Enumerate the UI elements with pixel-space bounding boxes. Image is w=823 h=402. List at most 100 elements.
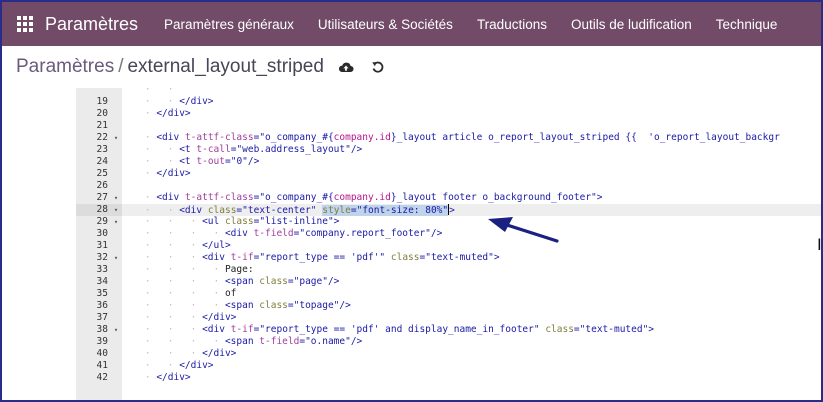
code-line[interactable]: 40 · · · </div> — [76, 348, 821, 360]
code-token: company.id — [333, 192, 391, 203]
fold-toggle-icon[interactable]: ▾ — [112, 132, 120, 144]
code-text: · · </div> — [122, 360, 214, 372]
code-token: ' — [179, 88, 414, 95]
line-number: 26 — [96, 180, 108, 191]
code-line[interactable]: 23 · · <t t-call="web.address_layout"/> — [76, 144, 821, 156]
code-text: · </div> — [122, 108, 191, 120]
menu-gamification-tools[interactable]: Outils de ludification — [559, 17, 704, 32]
code-token: "o_company_#{ — [259, 132, 334, 143]
app-name[interactable]: Paramètres — [45, 14, 138, 35]
code-line[interactable]: 31 · · · </ul> — [76, 240, 821, 252]
code-token: t-field — [253, 228, 294, 239]
code-text: · · · · Page: — [122, 264, 254, 276]
code-token: class — [545, 324, 574, 335]
code-token: <span — [224, 336, 260, 347]
line-number: 25 — [96, 168, 108, 179]
code-token: "web.address_layout" — [236, 144, 351, 155]
breadcrumb-separator: / — [118, 56, 124, 77]
menu-general-settings[interactable]: Paramètres généraux — [152, 17, 306, 32]
line-number: 31 — [96, 240, 108, 251]
code-token: "font-size: 80%" — [356, 205, 449, 216]
indent-guides: · · · · — [122, 288, 225, 299]
menu-users-companies[interactable]: Utilisateurs & Sociétés — [306, 17, 465, 32]
code-line[interactable]: 34 · · · · <span class="page"/> — [76, 276, 821, 288]
code-text: · · · · <span class="topage"/> — [122, 300, 351, 312]
code-token: /> — [350, 336, 363, 347]
apps-grid-icon[interactable] — [14, 13, 36, 35]
code-line[interactable]: 35 · · · · of — [76, 288, 821, 300]
code-token: "report_type == 'pdf'" — [259, 252, 386, 263]
code-token: "text-muted" — [425, 252, 494, 263]
code-token: <ul — [202, 216, 225, 227]
line-number: 24 — [96, 156, 108, 167]
indent-guides: · · · · — [122, 276, 225, 287]
cloud-upload-icon[interactable] — [336, 57, 356, 77]
code-line[interactable]: 42 · </div> — [76, 372, 821, 384]
indent-guides: · · — [122, 205, 180, 216]
code-text: · · · <ul class="list-inline"> — [122, 216, 340, 228]
code-line[interactable]: · · ' — [76, 88, 821, 96]
menu-technical[interactable]: Technique — [704, 17, 790, 32]
code-token: "topage" — [293, 300, 340, 311]
code-token: "company.report_footer" — [299, 228, 431, 239]
breadcrumb-parent-link[interactable]: Paramètres — [16, 56, 114, 77]
indent-guides: · · · · — [122, 336, 225, 347]
fold-toggle-icon[interactable]: ▾ — [112, 192, 120, 204]
line-number: 35 — [96, 288, 108, 299]
code-line[interactable]: 20 · </div> — [76, 108, 821, 120]
code-token: /> — [339, 300, 351, 311]
line-number: 39 — [96, 336, 108, 347]
fold-toggle-icon[interactable]: ▾ — [112, 252, 120, 264]
code-line[interactable]: 38 ▾ · · · <div t-if="report_type == 'pdf… — [76, 324, 821, 336]
code-token: "0" — [230, 156, 248, 167]
code-token: > — [648, 324, 655, 335]
code-token: <div — [156, 132, 185, 143]
code-text: · <div t-attf-class="o_company_#{company… — [122, 132, 780, 144]
indent-guides: · · — [122, 96, 180, 107]
undo-icon[interactable] — [368, 57, 388, 77]
code-line[interactable]: 32 ▾ · · · <div t-if="report_type == 'pdf… — [76, 252, 821, 264]
code-line[interactable]: 41 · · </div> — [76, 360, 821, 372]
code-token: t-attf-class — [184, 192, 254, 203]
code-token: class — [259, 276, 288, 287]
indent-guides: · · · · — [122, 264, 225, 275]
code-line-active[interactable]: 28 ▾ · · <div class="text-center" style="… — [76, 204, 821, 216]
code-line[interactable]: 39 · · · · <span t-field="o.name"/> — [76, 336, 821, 348]
code-text: · · · </ul> — [122, 240, 231, 252]
code-line[interactable]: 27 ▾ · <div t-attf-class="o_company_#{com… — [76, 192, 821, 204]
code-token: </div> — [156, 168, 191, 179]
indent-guides: · · — [122, 88, 180, 95]
code-token: "list-inline" — [259, 216, 334, 227]
indent-guides: · — [122, 372, 157, 383]
code-token: > — [333, 216, 340, 227]
indent-guides: · · · — [122, 252, 203, 263]
code-token: <div — [202, 252, 231, 263]
code-line[interactable]: 19 · · </div> — [76, 96, 821, 108]
code-token: /> — [247, 156, 260, 167]
code-line[interactable]: 22 ▾ · <div t-attf-class="o_company_#{com… — [76, 132, 821, 144]
code-token: class — [390, 252, 420, 263]
fold-toggle-icon[interactable]: ▾ — [112, 324, 120, 336]
code-token: t-if — [230, 324, 254, 335]
code-token: > — [596, 192, 603, 203]
code-token: <div — [202, 324, 231, 335]
code-line[interactable]: 24 · · <t t-out="0"/> — [76, 156, 821, 168]
code-line[interactable]: 37 · · · </div> — [76, 312, 821, 324]
code-text: · · · <div t-if="report_type == 'pdf' an… — [122, 324, 654, 336]
code-line[interactable]: 29 ▾ · · · <ul class="list-inline"> — [76, 216, 821, 228]
line-number: 23 — [96, 144, 108, 155]
breadcrumb-current: external_layout_striped — [127, 56, 324, 77]
code-editor[interactable]: · · ' 19 · · </div> 20 · </div> 21 22 ▾ · <di… — [76, 88, 821, 400]
code-line[interactable]: 25 · </div> — [76, 168, 821, 180]
code-line[interactable]: 30 · · · · <div t-field="company.report_… — [76, 228, 821, 240]
fold-toggle-icon[interactable]: ▾ — [112, 216, 120, 228]
code-line[interactable]: 21 — [76, 120, 821, 132]
line-number: 36 — [96, 300, 108, 311]
menu-translations[interactable]: Traductions — [465, 17, 559, 32]
code-token: <span — [224, 276, 260, 287]
code-line[interactable]: 36 · · · · <span class="topage"/> — [76, 300, 821, 312]
code-line[interactable]: 26 — [76, 180, 821, 192]
code-line[interactable]: 33 · · · · Page: — [76, 264, 821, 276]
fold-toggle-icon[interactable]: ▾ — [112, 204, 120, 216]
code-text: · · · <div t-if="report_type == 'pdf'" c… — [122, 252, 500, 264]
